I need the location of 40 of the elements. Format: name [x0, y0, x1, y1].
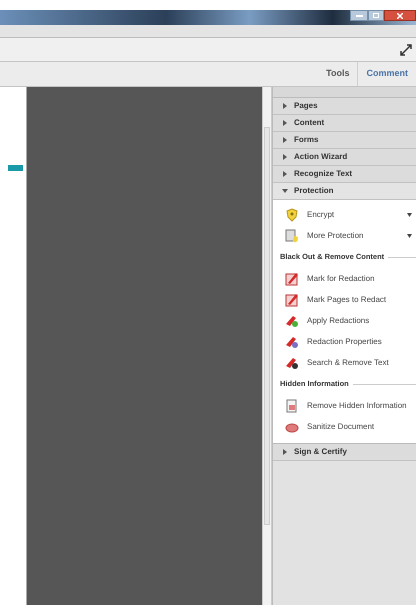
- panel-header[interactable]: Content: [273, 115, 416, 132]
- tool-item[interactable]: Encrypt: [307, 208, 399, 220]
- expand-arrow-icon: [282, 449, 288, 455]
- expand-arrow-icon: [282, 120, 288, 126]
- dropdown-arrow-icon[interactable]: [407, 234, 412, 238]
- collapse-arrow-icon: [282, 188, 288, 194]
- expand-icon[interactable]: [400, 44, 412, 56]
- minimize-button[interactable]: [350, 10, 368, 21]
- panel-header[interactable]: Recognize Text: [273, 166, 416, 183]
- tool-item[interactable]: Mark Pages to Redact: [307, 294, 412, 306]
- marker-icon: [285, 356, 299, 370]
- tool-item[interactable]: Redaction Properties: [307, 336, 412, 348]
- redaction-pen-icon: [285, 272, 299, 286]
- close-button[interactable]: [384, 10, 416, 21]
- redaction-pen-icon: [285, 292, 299, 306]
- tool-item[interactable]: Apply Redactions: [307, 314, 412, 326]
- expand-arrow-icon: [282, 154, 288, 160]
- close-icon: [397, 12, 403, 18]
- document-lock-icon: [285, 228, 299, 242]
- tool-item[interactable]: Mark for Redaction: [307, 272, 412, 284]
- tab[interactable]: Tools: [318, 62, 358, 86]
- panel-header[interactable]: Pages: [273, 98, 416, 115]
- expand-arrow-icon: [282, 103, 288, 109]
- marker-icon: [285, 314, 299, 328]
- dropdown-arrow-icon[interactable]: [407, 212, 412, 216]
- marker-icon: [285, 334, 299, 348]
- tool-item[interactable]: Search & Remove Text: [307, 356, 412, 368]
- panel-header[interactable]: Sign & Certify: [273, 444, 416, 461]
- scrollbar[interactable]: [262, 87, 272, 605]
- document-icon: [285, 398, 299, 412]
- panel-header[interactable]: Action Wizard: [273, 149, 416, 166]
- expand-arrow-icon: [282, 137, 288, 143]
- tool-item[interactable]: Remove Hidden Information: [307, 400, 412, 412]
- expand-arrow-icon: [282, 171, 288, 177]
- shield-icon: [285, 208, 299, 222]
- panel-header[interactable]: Forms: [273, 132, 416, 149]
- tool-item[interactable]: Sanitize Document: [307, 420, 412, 432]
- tab[interactable]: Comment: [357, 62, 416, 86]
- tool-item[interactable]: More Protection: [307, 230, 399, 242]
- maximize-button[interactable]: [368, 10, 384, 21]
